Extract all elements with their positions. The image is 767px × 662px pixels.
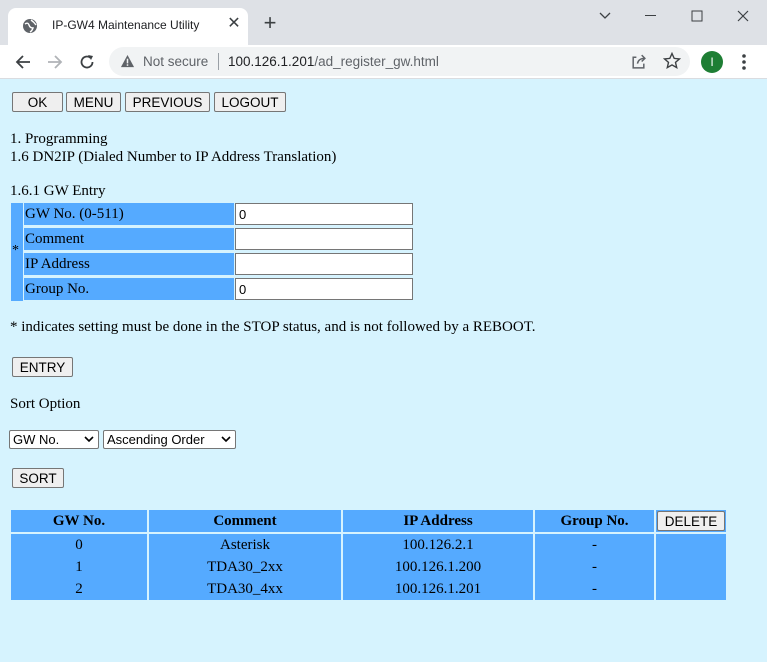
gw-no-input[interactable] bbox=[235, 203, 413, 225]
not-secure-label: Not secure bbox=[143, 54, 209, 69]
logout-button[interactable]: LOGOUT bbox=[214, 92, 286, 112]
cell-gw-no: 0 bbox=[11, 534, 147, 556]
page-content: OK MENU PREVIOUS LOGOUT 1. Programming 1… bbox=[0, 79, 767, 662]
gw-no-label: GW No. (0-511) bbox=[24, 203, 234, 225]
cell-gw-no: 1 bbox=[11, 556, 147, 578]
back-arrow-icon[interactable] bbox=[10, 49, 36, 75]
sort-field-select[interactable]: GW No. bbox=[9, 430, 99, 449]
group-no-input[interactable] bbox=[235, 278, 413, 300]
cell-group-no: - bbox=[535, 534, 654, 556]
header-delete-cell: DELETE bbox=[656, 510, 726, 532]
cell-comment: TDA30_4xx bbox=[149, 578, 341, 600]
url-text[interactable]: 100.126.1.201/ad_register_gw.html bbox=[228, 54, 439, 69]
minimize-icon[interactable] bbox=[628, 0, 674, 32]
header-ip-address: IP Address bbox=[343, 510, 533, 532]
comment-label: Comment bbox=[24, 228, 234, 250]
sort-order-select[interactable]: Ascending Order bbox=[103, 430, 236, 449]
heading-dn2ip: 1.6 DN2IP (Dialed Number to IP Address T… bbox=[10, 149, 337, 165]
forward-arrow-icon[interactable] bbox=[42, 49, 68, 75]
more-options-icon[interactable] bbox=[735, 51, 753, 73]
profile-avatar[interactable]: I bbox=[701, 51, 723, 73]
cell-comment: TDA30_2xx bbox=[149, 556, 341, 578]
cell-ip-address: 100.126.1.201 bbox=[343, 578, 533, 600]
close-window-icon[interactable] bbox=[720, 0, 766, 32]
tab-title: IP-GW4 Maintenance Utility bbox=[52, 18, 200, 32]
cell-ip-address: 100.126.2.1 bbox=[343, 534, 533, 556]
heading-programming: 1. Programming bbox=[10, 131, 108, 147]
new-tab-icon[interactable]: + bbox=[259, 12, 281, 34]
globe-icon bbox=[23, 19, 37, 33]
header-comment: Comment bbox=[149, 510, 341, 532]
bookmark-star-icon[interactable] bbox=[663, 52, 681, 70]
cell-delete bbox=[656, 556, 726, 578]
close-tab-icon[interactable]: ✕ bbox=[225, 15, 243, 33]
header-group-no: Group No. bbox=[535, 510, 654, 532]
chevron-down-icon bbox=[221, 436, 231, 443]
menu-button[interactable]: MENU bbox=[66, 92, 121, 112]
browser-titlebar: IP-GW4 Maintenance Utility ✕ + bbox=[0, 0, 767, 45]
entry-button[interactable]: ENTRY bbox=[12, 357, 73, 377]
warning-icon bbox=[120, 54, 135, 68]
cell-delete bbox=[656, 534, 726, 556]
share-icon[interactable] bbox=[630, 53, 647, 70]
ip-address-input[interactable] bbox=[235, 253, 413, 275]
required-mark: * bbox=[12, 243, 19, 258]
stop-status-note: * indicates setting must be done in the … bbox=[10, 319, 536, 335]
browser-tab[interactable]: IP-GW4 Maintenance Utility ✕ bbox=[8, 8, 248, 45]
cell-group-no: - bbox=[535, 556, 654, 578]
cell-comment: Asterisk bbox=[149, 534, 341, 556]
ip-address-label: IP Address bbox=[24, 253, 234, 275]
sort-button[interactable]: SORT bbox=[12, 468, 64, 488]
cell-group-no: - bbox=[535, 578, 654, 600]
section-title: 1.6.1 GW Entry bbox=[10, 183, 106, 199]
comment-input[interactable] bbox=[235, 228, 413, 250]
cell-ip-address: 100.126.1.200 bbox=[343, 556, 533, 578]
delete-button[interactable]: DELETE bbox=[657, 511, 725, 531]
address-bar[interactable]: Not secure 100.126.1.201/ad_register_gw.… bbox=[109, 47, 690, 76]
group-no-label: Group No. bbox=[24, 278, 234, 300]
chevron-down-icon[interactable] bbox=[582, 0, 628, 32]
omnibox-divider bbox=[218, 53, 219, 70]
chevron-down-icon bbox=[84, 436, 94, 443]
browser-toolbar: Not secure 100.126.1.201/ad_register_gw.… bbox=[0, 45, 767, 79]
ok-button[interactable]: OK bbox=[12, 92, 63, 112]
maximize-icon[interactable] bbox=[674, 0, 720, 32]
header-gw-no: GW No. bbox=[11, 510, 147, 532]
reload-icon[interactable] bbox=[74, 49, 100, 75]
previous-button[interactable]: PREVIOUS bbox=[125, 92, 210, 112]
sort-option-label: Sort Option bbox=[10, 396, 81, 412]
cell-delete bbox=[656, 578, 726, 600]
cell-gw-no: 2 bbox=[11, 578, 147, 600]
